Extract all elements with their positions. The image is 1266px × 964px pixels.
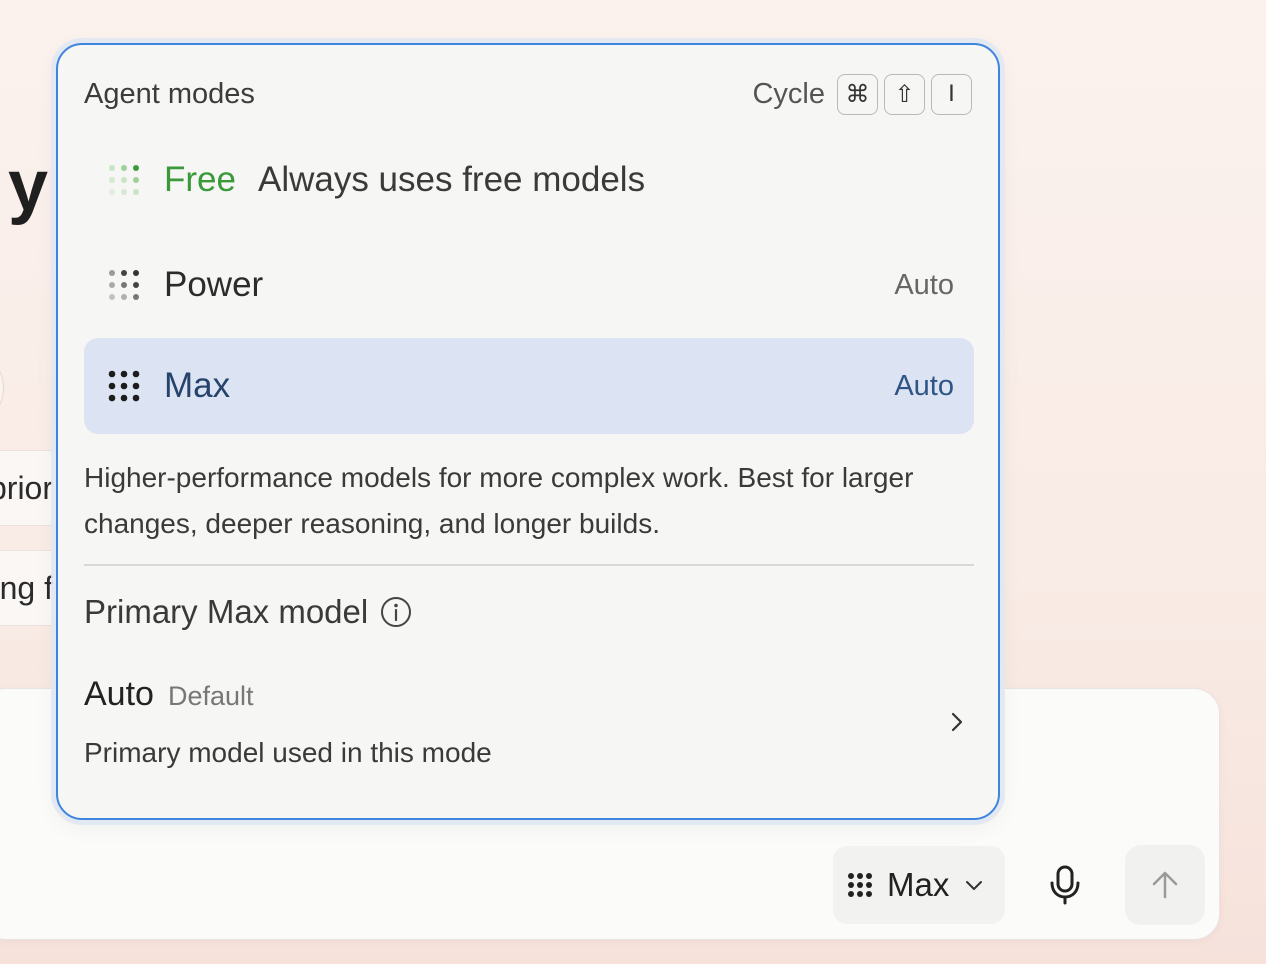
mode-selector-button[interactable]: Max: [833, 846, 1005, 924]
primary-model-heading: Primary Max model: [84, 593, 412, 631]
chevron-right-icon: [951, 712, 963, 732]
background-round-button: [0, 358, 4, 418]
mode-option-power[interactable]: Power Auto: [84, 237, 974, 333]
cycle-shortcut: Cycle ⌘ ⇧ I: [752, 73, 972, 115]
info-icon[interactable]: [380, 596, 412, 628]
popover-header: Agent modes Cycle ⌘ ⇧ I: [84, 71, 972, 117]
send-button[interactable]: [1125, 845, 1205, 925]
shift-key: ⇧: [884, 73, 925, 115]
primary-model-selector[interactable]: Auto Default Primary model used in this …: [84, 669, 974, 779]
microphone-icon: [1050, 865, 1080, 905]
command-key: ⌘: [837, 73, 878, 115]
dots-grid-medium-icon: [109, 270, 139, 300]
mode-selector-label: Max: [887, 866, 950, 903]
i-key: I: [931, 73, 972, 115]
background-suggestion-chip: ng f: [0, 550, 60, 626]
arrow-up-icon: [1152, 871, 1178, 899]
dots-grid-light-icon: [109, 165, 139, 195]
primary-model-title: Primary Max model: [84, 593, 369, 630]
model-subtitle: Primary model used in this mode: [84, 737, 492, 768]
dots-grid-icon: [848, 873, 872, 897]
popover-title: Agent modes: [84, 77, 255, 110]
background-heading-fragment: y: [8, 146, 49, 226]
mode-model-tag: Auto: [894, 369, 954, 402]
mode-option-max[interactable]: Max Auto: [84, 338, 974, 434]
agent-modes-popover: Agent modes Cycle ⌘ ⇧ I Free Always uses…: [56, 43, 1000, 820]
chevron-down-icon: [966, 881, 983, 890]
default-badge: Default: [168, 681, 254, 711]
model-name: Auto: [84, 675, 154, 713]
mode-name: Max: [164, 366, 231, 405]
mode-description: Always uses free models: [257, 160, 646, 199]
background-suggestion-chip: prior: [0, 450, 60, 526]
mode-model-tag: Auto: [894, 268, 954, 301]
mode-option-free[interactable]: Free Always uses free models: [84, 132, 974, 228]
mode-name: Power: [164, 265, 264, 304]
selected-mode-explanation: Higher-performance models for more compl…: [84, 462, 914, 539]
microphone-button[interactable]: [1040, 860, 1090, 910]
mode-name: Free: [164, 160, 236, 199]
cycle-label: Cycle: [752, 77, 825, 110]
dots-grid-full-icon: [108, 370, 140, 402]
divider: [84, 564, 974, 566]
